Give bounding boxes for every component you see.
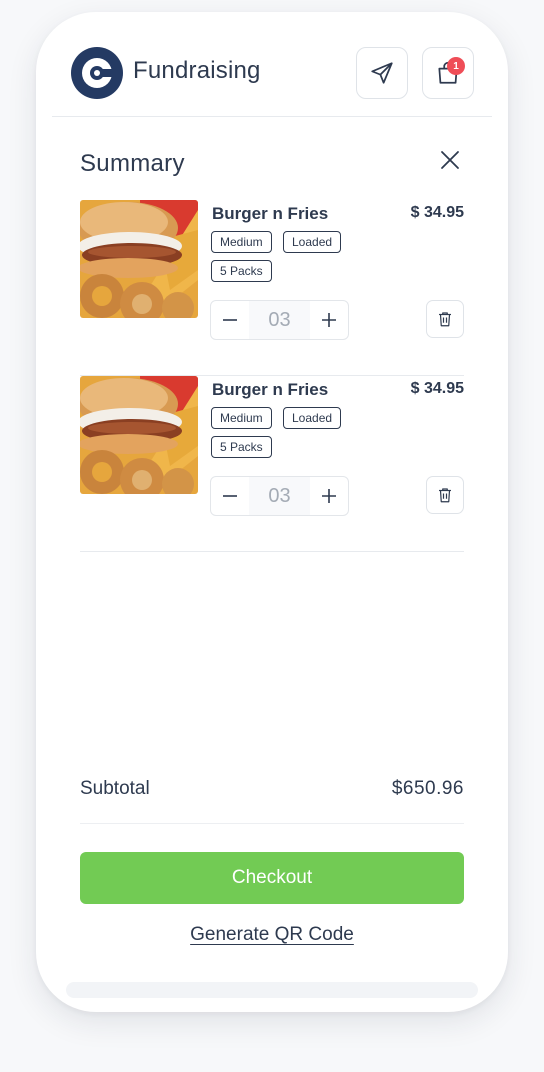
item-price: $ 34.95 [410, 380, 464, 397]
plus-icon [322, 489, 336, 503]
delete-item-button[interactable] [426, 300, 464, 338]
minus-icon [223, 495, 237, 497]
brand-name: Fundraising [133, 57, 261, 84]
item-tag: 5 Packs [211, 260, 272, 282]
quantity-value[interactable]: 03 [249, 477, 310, 515]
minus-icon [223, 319, 237, 321]
cart-item: Burger n Fries $ 34.95 Medium Loaded 5 P… [80, 376, 464, 552]
cart-count-badge: 1 [447, 57, 465, 75]
trash-icon [439, 488, 451, 503]
item-image [80, 376, 198, 494]
brand-logo[interactable] [71, 47, 123, 99]
item-price: $ 34.95 [410, 204, 464, 221]
increment-button[interactable] [310, 301, 348, 339]
checkout-button[interactable]: Checkout [80, 852, 464, 904]
plus-icon [322, 313, 336, 327]
trash-icon [439, 312, 451, 327]
decrement-button[interactable] [211, 301, 249, 339]
subtotal-value: $650.96 [391, 778, 464, 799]
cart-item: Burger n Fries $ 34.95 Medium Loaded 5 P… [80, 200, 464, 376]
app-header: Fundraising 1 [52, 12, 492, 117]
subtotal-label: Subtotal [80, 778, 150, 799]
item-image [80, 200, 198, 318]
increment-button[interactable] [310, 477, 348, 515]
close-icon [441, 151, 459, 169]
quantity-stepper: 03 [210, 476, 349, 516]
logo-icon [82, 58, 113, 88]
quantity-value[interactable]: 03 [249, 301, 310, 339]
subtotal-row: Subtotal $650.96 [80, 764, 464, 824]
item-name: Burger n Fries [212, 204, 329, 223]
send-icon [371, 62, 393, 84]
bottom-shade [66, 982, 478, 998]
summary-title: Summary [80, 150, 185, 177]
quantity-stepper: 03 [210, 300, 349, 340]
item-tag: Medium [211, 407, 272, 429]
item-name: Burger n Fries [212, 380, 329, 399]
cart-button[interactable]: 1 [422, 47, 474, 99]
item-tag: 5 Packs [211, 436, 272, 458]
item-tag: Loaded [283, 231, 342, 253]
decrement-button[interactable] [211, 477, 249, 515]
share-button[interactable] [356, 47, 408, 99]
item-tag: Loaded [283, 407, 342, 429]
close-button[interactable] [436, 146, 464, 174]
item-tag: Medium [211, 231, 272, 253]
generate-qr-link[interactable]: Generate QR Code [80, 924, 464, 946]
phone-frame: Fundraising 1 Summary Burger n Fries $ 3… [36, 12, 508, 1012]
delete-item-button[interactable] [426, 476, 464, 514]
